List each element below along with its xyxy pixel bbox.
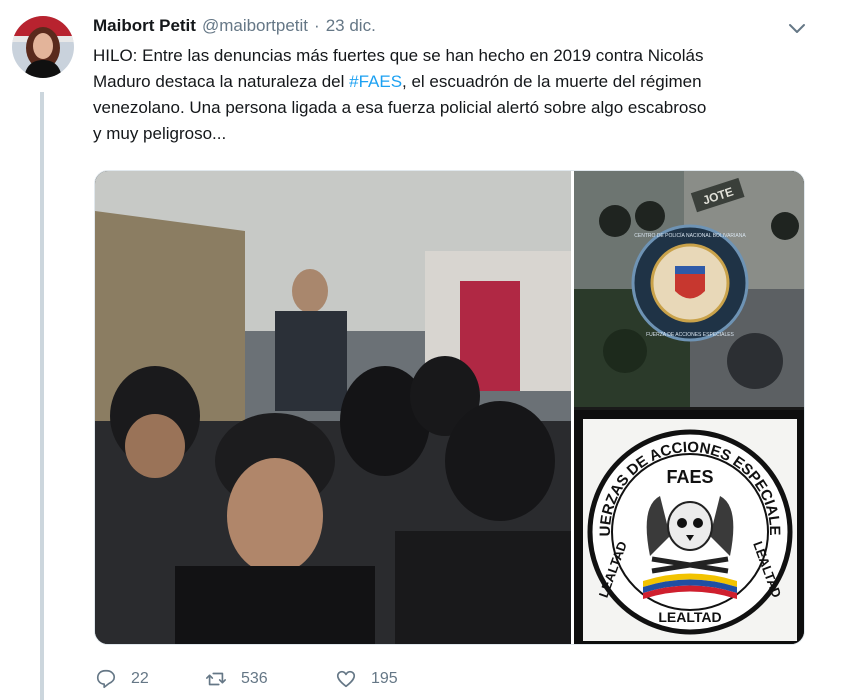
tweet-text-line: Maduro destaca la naturaleza del #FAES, … — [93, 72, 702, 91]
author-name[interactable]: Maibort Petit — [93, 16, 196, 36]
like-button[interactable]: 195 — [335, 668, 398, 690]
author-handle[interactable]: @maibortpetit — [202, 16, 308, 36]
thread-line — [40, 92, 44, 700]
retweet-icon — [206, 672, 226, 686]
media-divider — [571, 171, 574, 644]
media-collage-group[interactable]: CENTRO DE POLICÍA NACIONAL BOLIVARIANA F… — [574, 171, 805, 407]
tweet-media[interactable]: CENTRO DE POLICÍA NACIONAL BOLIVARIANA F… — [94, 170, 805, 645]
patch-text: FUERZA DE ACCIONES ESPECIALES — [646, 332, 734, 338]
logo-center: FAES — [666, 467, 713, 487]
reply-button[interactable]: 22 — [95, 668, 205, 690]
avatar-image — [12, 16, 74, 78]
tweet-header: Maibort Petit @maibortpetit · 23 dic. — [93, 14, 376, 38]
tweet-text-line: HILO: Entre las denuncias más fuertes qu… — [93, 46, 704, 65]
patch-text: CENTRO DE POLICÍA NACIONAL BOLIVARIANA — [634, 232, 746, 239]
tweet-text: HILO: Entre las denuncias más fuertes qu… — [93, 43, 805, 147]
retweet-button[interactable]: 536 — [205, 668, 335, 690]
reply-icon — [96, 669, 116, 689]
logo-bottom: LEALTAD — [658, 609, 721, 625]
reply-count: 22 — [131, 670, 149, 687]
media-photo-group[interactable] — [95, 171, 571, 645]
header-separator: · — [314, 16, 320, 35]
chevron-down-icon[interactable] — [787, 18, 807, 38]
tweet-text-line: y muy peligroso... — [93, 124, 227, 143]
tweet-actions: 22 536 195 — [95, 664, 398, 694]
hashtag-link[interactable]: #FAES — [349, 72, 402, 91]
avatar[interactable] — [12, 16, 74, 78]
media-divider-h — [574, 407, 804, 410]
retweet-count: 536 — [241, 670, 268, 687]
tweet-date[interactable]: 23 dic. — [326, 16, 376, 36]
like-count: 195 — [371, 670, 398, 687]
heart-icon — [336, 670, 356, 688]
tweet-text-line: venezolano. Una persona ligada a esa fue… — [93, 98, 707, 117]
